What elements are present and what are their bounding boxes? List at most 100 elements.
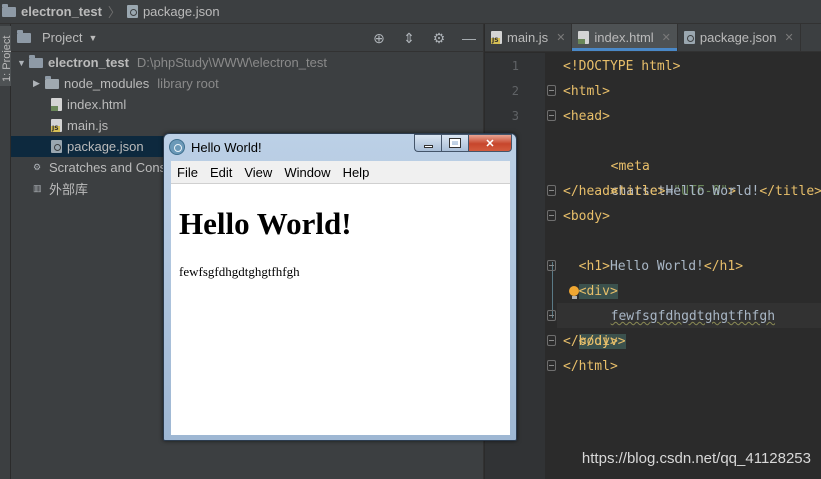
navigation-breadcrumb: electron_test 〉 package.json <box>0 0 821 24</box>
collapse-all-icon[interactable]: ⇕ <box>401 30 417 46</box>
fold-marker-icon[interactable] <box>547 85 556 96</box>
breadcrumb-root-label: electron_test <box>21 4 102 19</box>
fold-marker-icon[interactable] <box>547 335 556 346</box>
json-file-icon <box>126 5 138 18</box>
tree-node-modules-label: node_modules <box>64 76 150 91</box>
folder-icon <box>45 75 59 89</box>
folder-icon <box>2 3 16 17</box>
tab-main-js[interactable]: main.js ✕ <box>485 24 573 51</box>
code-line-head-close[interactable]: </head> <box>563 179 618 204</box>
tab-label: package.json <box>699 30 777 45</box>
tab-index-html[interactable]: index.html ✕ <box>572 24 678 51</box>
fold-marker-icon[interactable] <box>547 310 556 321</box>
code-line-body-close[interactable]: </body> <box>563 329 618 354</box>
tree-file-label: index.html <box>67 97 127 112</box>
chevron-down-icon[interactable]: ▼ <box>88 33 97 43</box>
tree-item-root[interactable]: ▼ electron_test D:\phpStudy\WWW\electron… <box>11 52 483 73</box>
project-folder-icon <box>17 29 31 43</box>
chevron-down-icon[interactable]: ▼ <box>17 58 29 68</box>
tree-item-node-modules[interactable]: ▶ node_modules library root <box>11 73 483 94</box>
project-panel-title[interactable]: Project <box>42 30 82 45</box>
code-line-title[interactable]: <title>Hello World!</title> <box>595 154 821 199</box>
breadcrumb-root[interactable]: electron_test <box>0 0 106 24</box>
h1-close-tag: </h1> <box>703 259 744 274</box>
project-tool-tab[interactable]: 1: Project <box>0 26 13 86</box>
close-icon[interactable]: ✕ <box>662 31 671 44</box>
fold-marker-icon[interactable] <box>547 185 556 196</box>
code-line-h1[interactable]: <h1>Hello World!</h1> <box>563 229 743 274</box>
watermark-text: https://blog.csdn.net/qq_41128253 <box>581 450 811 467</box>
menu-file[interactable]: File <box>171 165 204 180</box>
code-line-div-close[interactable]: </div> <box>563 304 626 349</box>
window-controls: ✕ <box>414 134 512 152</box>
library-icon: ▥ <box>33 183 42 193</box>
code-line-html-close[interactable]: </html> <box>563 354 618 379</box>
menu-help[interactable]: Help <box>337 165 376 180</box>
line-number: 3 <box>511 109 519 123</box>
h1-text: Hello World! <box>609 259 704 274</box>
json-file-icon <box>683 31 695 44</box>
editor-tabs: main.js ✕ index.html ✕ package.json ✕ <box>485 24 821 52</box>
code-line-html-open[interactable]: <html> <box>563 79 610 104</box>
tree-item-index-html[interactable]: index.html <box>11 94 483 115</box>
close-icon[interactable]: ✕ <box>556 31 565 44</box>
gear-icon[interactable]: ⚙ <box>431 30 447 46</box>
page-heading: Hello World! <box>179 206 352 241</box>
tree-root-path: D:\phpStudy\WWW\electron_test <box>136 55 327 70</box>
project-toolbar: ⊕ ⇕ ⚙ — <box>371 30 477 47</box>
fold-marker-icon[interactable] <box>547 260 556 271</box>
line-number: 1 <box>511 59 519 73</box>
breadcrumb-file-label: package.json <box>142 4 220 19</box>
page-paragraph: fewfsgfdhgdtghgtfhfgh <box>179 264 300 279</box>
div-text: fewfsgfdhgdtghgtfhfgh <box>610 309 776 324</box>
fold-marker-icon[interactable] <box>547 110 556 121</box>
fold-marker-icon[interactable] <box>547 360 556 371</box>
minimize-button[interactable] <box>414 134 441 152</box>
close-icon[interactable]: ✕ <box>785 31 794 44</box>
menu-edit[interactable]: Edit <box>204 165 238 180</box>
title-text: Hello World! <box>665 184 760 199</box>
electron-window: Hello World! ✕ File Edit View Window Hel… <box>163 133 517 441</box>
html-file-icon <box>51 98 62 111</box>
code-line-div-text[interactable]: fewfsgfdhgdtghgtfhfgh <box>595 279 775 324</box>
close-button[interactable]: ✕ <box>468 134 512 152</box>
menu-window[interactable]: Window <box>278 165 336 180</box>
tool-window-stripe: 1: Project <box>0 24 13 479</box>
tree-file-label: main.js <box>67 118 109 133</box>
breadcrumb-file[interactable]: package.json <box>123 0 224 24</box>
locate-target-icon[interactable]: ⊕ <box>371 30 387 46</box>
tree-node-modules-hint: library root <box>157 76 219 91</box>
code-line-div-open[interactable]: <div> <box>563 254 618 299</box>
js-file-icon <box>51 119 62 132</box>
fold-marker-icon[interactable] <box>547 210 556 221</box>
electron-window-titlebar[interactable]: Hello World! ✕ <box>164 134 516 160</box>
tab-label: index.html <box>594 30 654 45</box>
breadcrumb-separator: 〉 <box>107 5 121 20</box>
maximize-icon <box>449 138 461 148</box>
folder-icon <box>29 54 43 68</box>
menu-view[interactable]: View <box>238 165 278 180</box>
title-close-tag: </title> <box>759 184 821 199</box>
code-line-head-open[interactable]: <head> <box>563 104 610 129</box>
maximize-button[interactable] <box>441 134 468 152</box>
tab-package-json[interactable]: package.json ✕ <box>678 24 801 51</box>
code-line-body-open[interactable]: <body> <box>563 204 610 229</box>
lightbulb-icon[interactable] <box>569 286 579 299</box>
html-file-icon <box>578 31 590 44</box>
electron-app-icon <box>169 139 185 155</box>
chevron-right-icon[interactable]: ▶ <box>33 78 45 89</box>
tree-root-label: electron_test <box>48 55 129 70</box>
minimize-panel-icon[interactable]: — <box>461 30 477 46</box>
tab-label: main.js <box>507 30 549 45</box>
minimize-icon <box>423 144 433 148</box>
tree-external-libs-label: 外部库 <box>49 182 89 197</box>
scratches-icon: ⚙ <box>33 162 42 172</box>
code-line-meta[interactable]: <meta charset="UTF-8"> <box>595 129 736 199</box>
code-line-doctype[interactable]: <!DOCTYPE html> <box>563 54 680 79</box>
title-open-tag: <title> <box>610 184 666 199</box>
js-file-icon <box>491 31 502 44</box>
json-file-icon <box>51 140 62 153</box>
electron-menu-bar: File Edit View Window Help <box>171 161 510 183</box>
close-icon: ✕ <box>485 137 495 150</box>
electron-window-title: Hello World! <box>191 139 262 155</box>
